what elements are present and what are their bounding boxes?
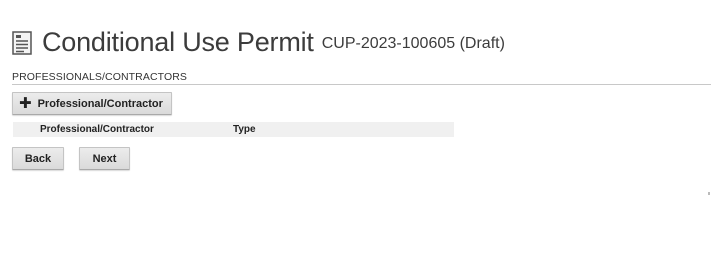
add-professional-label: Professional/Contractor bbox=[37, 97, 163, 110]
column-header-type[interactable]: Type bbox=[233, 124, 256, 136]
record-number: CUP-2023-100605 (Draft) bbox=[321, 35, 505, 52]
section-title: PROFESSIONALS/CONTRACTORS bbox=[12, 71, 188, 83]
scroll-marker bbox=[708, 192, 710, 195]
page-title: Conditional Use Permit bbox=[42, 27, 314, 57]
back-button-label: Back bbox=[24, 152, 52, 165]
plus-icon: ✚ bbox=[19, 94, 32, 112]
document-icon bbox=[12, 31, 32, 55]
column-header-professional[interactable]: Professional/Contractor bbox=[40, 124, 154, 136]
back-button[interactable]: Back bbox=[12, 147, 64, 170]
section-divider bbox=[12, 84, 711, 85]
page: Conditional Use Permit CUP-2023-100605 (… bbox=[0, 0, 711, 254]
next-button[interactable]: Next bbox=[79, 147, 130, 170]
page-header: Conditional Use Permit CUP-2023-100605 (… bbox=[12, 26, 505, 58]
add-professional-button[interactable]: ✚ Professional/Contractor bbox=[12, 92, 172, 115]
next-button-label: Next bbox=[92, 152, 117, 165]
professionals-table-header: Professional/Contractor Type bbox=[13, 122, 454, 137]
